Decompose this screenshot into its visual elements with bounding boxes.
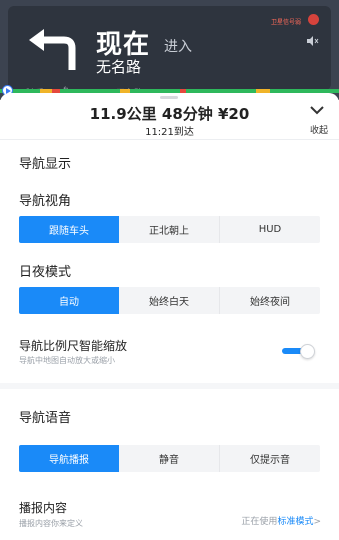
section-title-display: 导航显示: [19, 157, 72, 172]
chevron-right-icon: >: [313, 517, 321, 527]
smart-scale-title: 导航比例尺智能缩放: [19, 339, 128, 353]
satellite-signal-icon: [308, 14, 319, 25]
turn-left-arrow-icon: [29, 29, 76, 70]
turn-enter-label: 进入: [164, 39, 192, 55]
collapse-button[interactable]: 收起: [310, 123, 328, 136]
voice-option-tone-only[interactable]: 仅提示音: [220, 445, 320, 472]
announce-status-prefix: 正在使用: [241, 517, 278, 527]
view-angle-title: 导航视角: [19, 194, 72, 209]
divider: [0, 139, 339, 140]
announce-content-subtitle: 播报内容你来定义: [19, 519, 83, 528]
gps-status-label: 卫星信号弱: [270, 19, 301, 26]
section-separator: [0, 383, 339, 389]
mute-speaker-icon[interactable]: [307, 36, 319, 46]
day-night-option-day[interactable]: 始终白天: [119, 287, 220, 314]
view-angle-option-hud[interactable]: HUD: [220, 216, 320, 243]
chevron-down-icon[interactable]: [309, 105, 325, 115]
smart-scale-toggle[interactable]: [282, 344, 316, 359]
view-angle-option-follow[interactable]: 跟随车头: [19, 216, 119, 243]
view-angle-option-north[interactable]: 正北朝上: [119, 216, 220, 243]
view-angle-segmented-control: 跟随车头 正北朝上 HUD: [19, 216, 320, 243]
announce-content-status-link[interactable]: 正在使用标准模式>: [241, 514, 321, 527]
voice-option-mute[interactable]: 静音: [119, 445, 220, 472]
voice-mode-segmented-control: 导航播报 静音 仅提示音: [19, 445, 320, 472]
day-night-option-night[interactable]: 始终夜间: [220, 287, 320, 314]
day-night-option-auto[interactable]: 自动: [19, 287, 119, 314]
voice-option-broadcast[interactable]: 导航播报: [19, 445, 119, 472]
day-night-segmented-control: 自动 始终白天 始终夜间: [19, 287, 320, 314]
trip-eta: 11:21到达: [145, 127, 194, 138]
turn-guidance-card[interactable]: 现在 进入 无名路 卫星信号弱 随后 ↰ 无名路: [8, 6, 331, 99]
road-name: 无名路: [96, 58, 142, 76]
toggle-knob: [300, 344, 315, 359]
smart-scale-subtitle: 导航中地图自动放大或缩小: [19, 356, 115, 365]
drag-handle[interactable]: [160, 96, 178, 99]
day-night-title: 日夜模式: [19, 265, 72, 280]
section-title-voice: 导航语音: [19, 411, 72, 426]
navigation-banner: 现在 进入 无名路 卫星信号弱 随后 ↰ 无名路: [0, 0, 339, 100]
announce-content-title: 播报内容: [19, 501, 68, 515]
announce-status-mode: 标准模式: [277, 517, 314, 527]
trip-summary: 11.9公里 48分钟 ¥20: [89, 105, 250, 123]
navigation-settings-panel: 11.9公里 48分钟 ¥20 11:21到达 收起 导航显示 导航视角 跟随车…: [0, 93, 339, 540]
